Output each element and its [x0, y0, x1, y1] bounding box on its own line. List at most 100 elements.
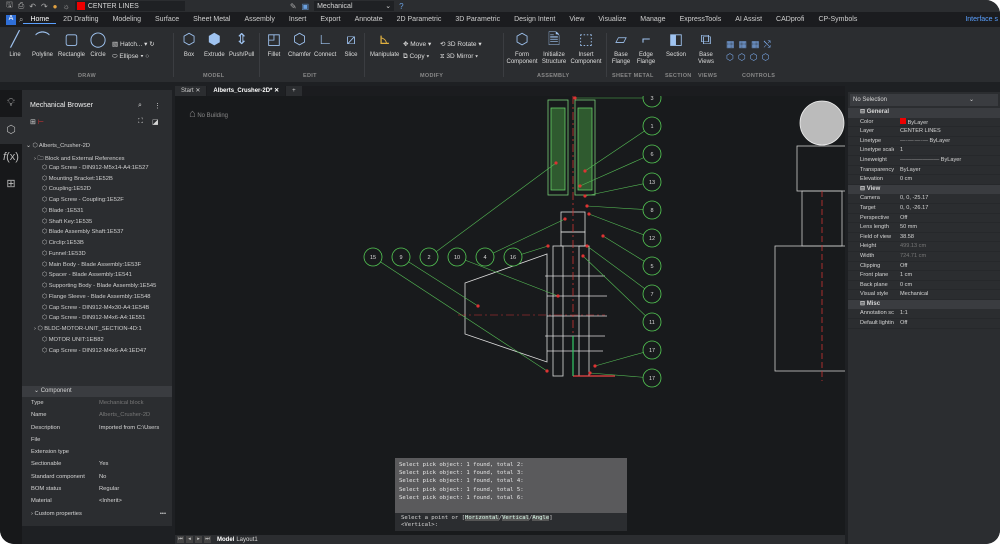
property-row[interactable]: Target 0, 0, -26.17 — [848, 204, 1000, 214]
next-tab-icon[interactable]: ▸ — [195, 536, 202, 543]
section-button[interactable]: ◧ Section — [664, 31, 688, 59]
layer-dropdown[interactable]: CENTER LINES — [74, 1, 185, 11]
tab-modeling[interactable]: Modeling — [106, 16, 148, 24]
lightbulb-icon[interactable]: 💡︎ — [0, 90, 22, 117]
tab-2d-parametric[interactable]: 2D Parametric — [390, 16, 449, 24]
polyline-button[interactable]: ⌒ Polyline — [32, 31, 53, 59]
option-horizontal[interactable]: Horizontal — [465, 515, 499, 521]
property-row[interactable]: Material <Inherit> — [22, 495, 172, 507]
tree-item[interactable]: ⬡ Coupling:1E52D — [42, 186, 91, 192]
undo-icon[interactable]: ↶ — [29, 2, 36, 11]
property-value[interactable]: <Inherit> — [99, 495, 172, 507]
tree-item[interactable]: ⬡ Cap Screw - Coupling:1E52F — [42, 197, 124, 203]
property-row[interactable]: Extension type — [22, 446, 172, 458]
panel-label-model[interactable]: MODEL — [203, 73, 224, 79]
property-row[interactable]: Type Mechanical block — [22, 397, 172, 409]
tab-cp-symbols[interactable]: CP-Symbols — [811, 16, 864, 24]
lightbulb-icon[interactable]: ● — [53, 2, 58, 11]
tree-item[interactable]: ⬡ Circlip:1E53B — [42, 240, 84, 246]
app-menu-button[interactable]: A — [6, 14, 16, 25]
last-tab-icon[interactable]: ⏭ — [204, 536, 211, 543]
tree-root[interactable]: ⌄ ⬡ Alberts_Crusher-2D — [26, 143, 90, 149]
option-vertical[interactable]: Vertical — [502, 515, 530, 521]
property-value[interactable]: Yes — [99, 458, 172, 470]
panel-label-edit[interactable]: EDIT — [303, 73, 317, 79]
tree-view-icon[interactable]: ⊞ ⊢ — [30, 118, 44, 126]
property-row[interactable]: Default lighting Off — [848, 319, 1000, 329]
tab-expresstools[interactable]: ExpressTools — [673, 16, 729, 24]
property-row[interactable]: File — [22, 434, 172, 446]
tab-home[interactable]: Home — [23, 16, 57, 24]
tab-assembly[interactable]: Assembly — [237, 16, 281, 24]
view-cube-icons[interactable]: ⬡⬡⬡⬡ — [726, 52, 773, 63]
balloon[interactable]: 3 — [573, 88, 662, 108]
tab-3d-parametric[interactable]: 3D Parametric — [448, 16, 507, 24]
search-icon[interactable]: ⌕ — [138, 102, 142, 110]
3d-mirror-button[interactable]: ⧖ 3D Mirror ▾ — [440, 53, 478, 61]
3d-rotate-button[interactable]: ⟲ 3D Rotate ▾ — [440, 40, 482, 48]
tree-item[interactable]: ⬡ Cap Screw - DIN912-M5x14-A4:1E527 — [42, 165, 149, 171]
interface-button[interactable]: Interface s — [965, 16, 998, 23]
tab-start[interactable]: Start ✕ — [175, 86, 207, 96]
property-row[interactable]: Standard component No — [22, 471, 172, 483]
property-row[interactable]: Description Imported from C:\Users — [22, 422, 172, 434]
panel-label-assembly[interactable]: ASSEMBLY — [537, 73, 569, 79]
property-row[interactable]: Sectionable Yes — [22, 458, 172, 470]
property-row[interactable]: BOM status Regular — [22, 483, 172, 495]
panel-label-modify[interactable]: MODIFY — [420, 73, 443, 79]
tree-item[interactable]: ⬡ Blade :1E531 — [42, 208, 84, 214]
selection-dropdown[interactable]: No Selection ⌄ — [850, 94, 998, 106]
property-row[interactable]: Back plane 0 cm — [848, 281, 1000, 291]
sun-icon[interactable]: ☼ — [62, 2, 69, 11]
property-row[interactable]: Front plane 1 cm — [848, 271, 1000, 281]
tab-ai-assist[interactable]: AI Assist — [728, 16, 769, 24]
property-row[interactable]: Color ByLayer — [848, 117, 1000, 128]
collapse-icon[interactable]: ⊟ — [860, 301, 865, 307]
tab-alberts-crusher[interactable]: Alberts_Crusher-2D* ✕ — [207, 86, 286, 96]
tree-item[interactable]: ⬡ Main Body - Blade Assembly:1E53F — [42, 262, 141, 268]
pick-icon[interactable]: ✎ — [290, 2, 297, 11]
rectangle-button[interactable]: ▢ Rectangle — [58, 31, 85, 59]
tree-item[interactable]: ⬡ Supporting Body - Blade Assembly:1E545 — [42, 283, 156, 289]
tab-design-intent[interactable]: Design Intent — [507, 16, 562, 24]
tree-item[interactable]: ⬡ Blade Assembly Shaft:1E537 — [42, 229, 123, 235]
property-row[interactable]: Camera 0, 0, -25.17 — [848, 194, 1000, 204]
base-flange-button[interactable]: ▱ Base Flange — [610, 31, 632, 66]
property-row[interactable]: Lineweight ——————— ByLayer — [848, 156, 1000, 166]
property-row[interactable]: Height 499.13 cm — [848, 242, 1000, 252]
push-pull-button[interactable]: ⇕ Push/Pull — [229, 31, 254, 59]
edge-flange-button[interactable]: ⌐ Edge Flange — [635, 31, 657, 66]
expand-icon[interactable]: ⛶ — [138, 118, 143, 126]
tab-sheet-metal[interactable]: Sheet Metal — [186, 16, 237, 24]
tree-item[interactable]: ⬡ Shaft Key:1E535 — [42, 219, 92, 225]
tab-annotate[interactable]: Annotate — [348, 16, 390, 24]
hatch-button[interactable]: ▧ Hatch... ▾ ↻ — [112, 40, 155, 48]
manipulate-button[interactable]: ⊾ Manipulate — [370, 31, 399, 59]
collapse-icon[interactable]: ⊟ — [860, 186, 865, 192]
tab-2d-drafting[interactable]: 2D Drafting — [56, 16, 105, 24]
tab-cadprofi[interactable]: CADprofi — [769, 16, 811, 24]
property-row[interactable]: Width 724.71 cm — [848, 252, 1000, 262]
property-row[interactable]: Layer CENTER LINES — [848, 127, 1000, 137]
property-row[interactable]: Lens length 50 mm — [848, 223, 1000, 233]
tab-manage[interactable]: Manage — [633, 16, 672, 24]
section-general[interactable]: ⊟ General — [848, 108, 1000, 118]
tab-visualize[interactable]: Visualize — [591, 16, 633, 24]
component-section-header[interactable]: ⌄ Component — [22, 386, 172, 397]
property-row[interactable]: Transparency ByLayer — [848, 166, 1000, 176]
balloon[interactable]: 8 — [585, 200, 662, 220]
tree-item[interactable]: ⬡ Funnel:1E53D — [42, 251, 86, 257]
tab-model[interactable]: Model — [217, 537, 234, 543]
balloon[interactable]: 17 — [593, 340, 662, 368]
balloon[interactable]: 15 — [363, 247, 549, 373]
help-icon[interactable]: ? — [399, 2, 403, 11]
tree-item[interactable]: ⬡ Mounting Bracket:1E52B — [42, 176, 113, 182]
tree-item[interactable]: ⬡ Cap Screw - DIN912-M4x30-A4:1E54B — [42, 305, 149, 311]
view-cube-icon[interactable]: ▣ — [302, 2, 310, 11]
new-tab-button[interactable]: + — [286, 86, 302, 96]
redo-icon[interactable]: ↷ — [41, 2, 48, 11]
base-views-button[interactable]: ⧉ Base Views — [695, 31, 717, 66]
chamfer-button[interactable]: ⬡ Chamfer — [288, 31, 311, 59]
property-value[interactable]: Regular — [99, 483, 172, 495]
tree-item[interactable]: ⬡ Flange Sleeve - Blade Assembly:1E548 — [42, 294, 151, 300]
